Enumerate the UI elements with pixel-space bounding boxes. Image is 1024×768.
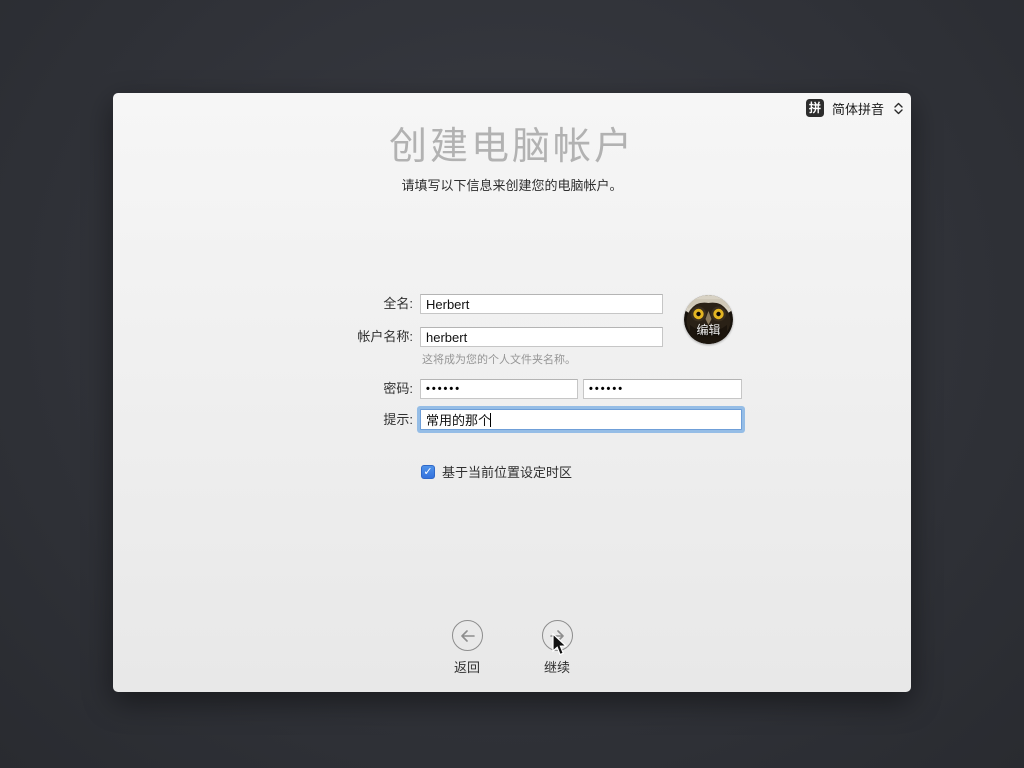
continue-button-label: 继续 bbox=[543, 660, 570, 675]
timezone-checkbox-row[interactable]: ✓ 基于当前位置设定时区 bbox=[421, 462, 572, 481]
page-title: 创建电脑帐户 bbox=[388, 126, 635, 168]
avatar-edit-label: 编辑 bbox=[696, 323, 721, 337]
password-hint-label: 提示: bbox=[383, 412, 413, 427]
password-label: 密码: bbox=[383, 381, 413, 396]
back-button-group: 返回 bbox=[422, 620, 512, 676]
arrow-right-icon bbox=[549, 629, 564, 642]
account-name-label: 帐户名称: bbox=[357, 329, 413, 344]
setup-assistant-window: 拼 简体拼音 创建电脑帐户 请填写以下信息来创建您的电脑帐户。 全名: 帐户名称… bbox=[113, 93, 911, 692]
password-input[interactable] bbox=[420, 379, 578, 399]
timezone-checkbox-label: 基于当前位置设定时区 bbox=[442, 465, 573, 480]
timezone-checkbox[interactable]: ✓ bbox=[421, 464, 435, 479]
arrow-left-icon bbox=[460, 629, 475, 642]
text-caret bbox=[490, 413, 491, 427]
page-subtitle: 请填写以下信息来创建您的电脑帐户。 bbox=[401, 178, 623, 193]
back-button[interactable] bbox=[451, 620, 483, 651]
account-avatar[interactable]: 编辑 bbox=[684, 295, 733, 344]
password-confirm-input[interactable] bbox=[583, 379, 742, 399]
continue-button-group: 继续 bbox=[512, 620, 602, 676]
account-name-input[interactable] bbox=[420, 327, 663, 347]
full-name-label: 全名: bbox=[383, 296, 413, 311]
account-name-hint: 这将成为您的个人文件夹名称。 bbox=[422, 354, 576, 366]
chevron-up-down-icon[interactable] bbox=[894, 102, 903, 115]
back-button-label: 返回 bbox=[453, 660, 480, 675]
continue-button[interactable] bbox=[541, 620, 573, 651]
password-hint-input[interactable] bbox=[420, 409, 742, 430]
full-name-input[interactable] bbox=[420, 294, 663, 314]
